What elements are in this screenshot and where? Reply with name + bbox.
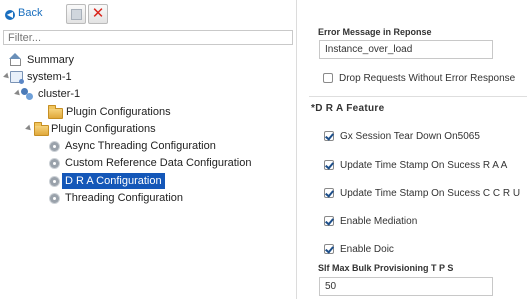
section-divider xyxy=(309,96,527,97)
toolbar: ◀ Back ✕ xyxy=(0,0,296,28)
checkbox-label: Enable Mediation xyxy=(340,216,418,227)
tree-item-label: cluster-1 xyxy=(38,88,81,100)
drop-requests-label: Drop Requests Without Error Response xyxy=(339,73,516,84)
gx-session-checkbox[interactable] xyxy=(324,131,334,141)
expand-toggle-icon[interactable] xyxy=(25,124,33,133)
tree-item-label: Plugin Configurations xyxy=(51,123,156,135)
enable-mediation-checkbox[interactable] xyxy=(324,216,334,226)
gear-icon xyxy=(50,194,59,203)
tree-item-label: Summary xyxy=(27,54,75,66)
panel-divider xyxy=(296,0,297,299)
tree-item-label: system-1 xyxy=(27,71,72,83)
cluster-icon xyxy=(21,88,33,100)
update-ccru-checkbox[interactable] xyxy=(324,188,334,198)
gear-icon xyxy=(50,142,59,151)
house-icon xyxy=(9,53,21,66)
folder-icon xyxy=(48,105,63,119)
slf-max-bulk-label: Slf Max Bulk Provisioning T P S xyxy=(318,263,454,273)
tree-item-label: Custom Reference Data Configuration xyxy=(65,157,252,169)
dra-feature-section-title: *D R A Feature xyxy=(311,103,385,114)
back-arrow-icon: ◀ xyxy=(5,10,15,20)
checkbox-label: Gx Session Tear Down On5065 xyxy=(340,131,480,142)
error-message-input[interactable] xyxy=(319,40,493,59)
gear-icon xyxy=(50,177,59,186)
system-icon xyxy=(10,71,24,84)
delete-icon: ✕ xyxy=(91,5,105,22)
gear-icon xyxy=(50,159,59,168)
back-label: Back xyxy=(18,7,43,19)
save-button[interactable] xyxy=(66,4,86,24)
checkbox-label: Enable Doic xyxy=(340,244,394,255)
tree-item-label: Threading Configuration xyxy=(65,192,184,204)
tree-item-label: D R A Configuration xyxy=(62,173,165,189)
tree-item-label: Async Threading Configuration xyxy=(65,140,216,152)
error-message-label: Error Message in Reponse xyxy=(318,27,432,37)
delete-button[interactable]: ✕ xyxy=(88,4,108,24)
folder-icon xyxy=(34,122,49,136)
filter-input[interactable] xyxy=(3,30,293,45)
drop-requests-checkbox[interactable] xyxy=(323,73,333,83)
checkbox-label: Update Time Stamp On Sucess C C R U xyxy=(340,188,521,199)
back-button[interactable]: ◀ Back xyxy=(5,7,42,20)
checkbox-label: Update Time Stamp On Sucess R A A xyxy=(340,160,508,171)
update-raa-checkbox[interactable] xyxy=(324,160,334,170)
tree-item-label: Plugin Configurations xyxy=(66,106,171,118)
enable-doic-checkbox[interactable] xyxy=(324,244,334,254)
slf-max-bulk-input[interactable] xyxy=(319,277,493,296)
